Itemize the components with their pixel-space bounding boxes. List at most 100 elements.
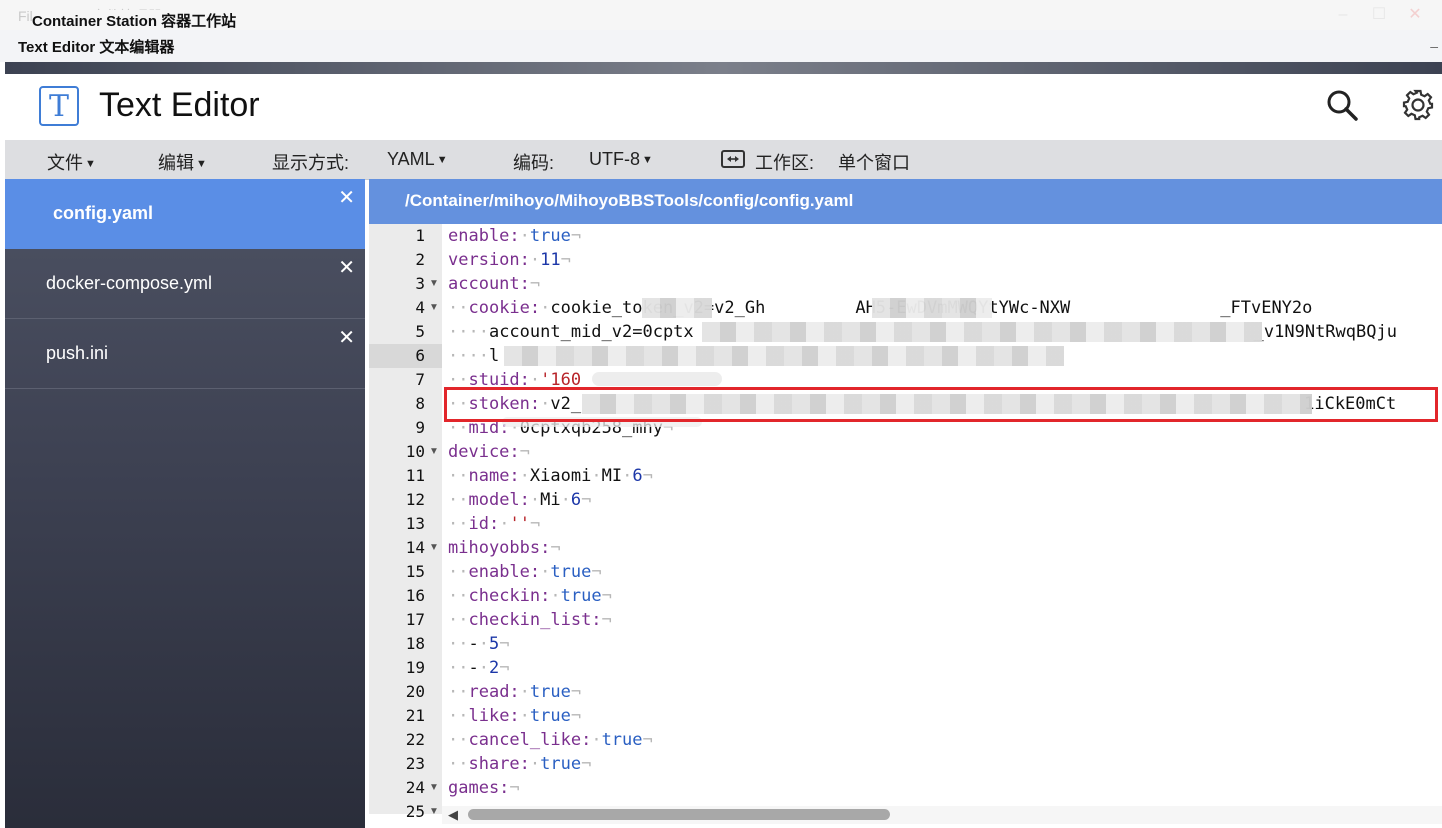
code-line: device:¬: [448, 442, 530, 462]
line-number: 5: [415, 322, 425, 341]
code-line: ··share:·true¬: [448, 754, 592, 774]
tab-docker-compose[interactable]: docker-compose.yml ✕: [5, 249, 365, 319]
close-icon[interactable]: ✕: [1404, 6, 1426, 24]
account-end: _v1N9NtRwqBQju: [1253, 322, 1397, 342]
redaction-mosaic: [702, 322, 1262, 342]
horizontal-scrollbar[interactable]: ◀: [442, 806, 1442, 824]
line-number: 7: [415, 370, 425, 389]
menu-edit[interactable]: 编辑 ▼: [158, 149, 207, 175]
fold-arrow-icon[interactable]: ▼: [429, 800, 439, 824]
code-line: ··like:·true¬: [448, 706, 582, 726]
line-number: 6: [415, 346, 425, 365]
code-line: ··-·2¬: [448, 658, 510, 678]
close-icon[interactable]: ✕: [338, 255, 355, 280]
workspace-value[interactable]: 单个窗口: [838, 149, 910, 175]
line-number: 4: [415, 298, 425, 317]
line-number: 12: [405, 490, 425, 509]
menu-file-label: 文件: [47, 153, 83, 173]
code-line: ··name:·Xiaomi·MI·6¬: [448, 466, 653, 486]
tab-config-yaml[interactable]: config.yaml ✕: [5, 179, 365, 249]
redaction-mosaic: [872, 298, 992, 318]
menu-edit-label: 编辑: [158, 153, 194, 173]
outer-window-titlebar: File Station 文件管理器 Container Station 容器工…: [0, 0, 1442, 31]
line-number-gutter: 1 2 3 4 5 6 7 8 9 10 11 12 13 14 15 16 1…: [369, 224, 442, 821]
code-line: ··-·5¬: [448, 634, 510, 654]
encoding-label: 编码:: [513, 153, 555, 173]
line-number: 22: [405, 730, 425, 749]
scrollbar-thumb[interactable]: [468, 809, 890, 820]
line-number: 3: [415, 274, 425, 293]
code-line: ··enable:·true¬: [448, 562, 602, 582]
tab-label: push.ini: [46, 343, 109, 363]
inner-window-titlebar: Text Editor 文本编辑器 –: [0, 30, 1442, 62]
maximize-icon[interactable]: ☐: [1368, 6, 1390, 24]
line-number: 17: [405, 610, 425, 629]
chevron-down-icon: ▼: [436, 154, 448, 166]
account-mid: account_mid_v2=0cptx: [488, 322, 694, 342]
menu-bar: 文件 ▼ 编辑 ▼ 显示方式: YAML ▼ 编码: UTF-8 ▼ 工作区: 单个窗口: [5, 140, 1442, 180]
scroll-left-icon[interactable]: ◀: [448, 807, 458, 823]
line-number: 21: [405, 706, 425, 725]
cookie-end: _FTvENY2o: [1220, 298, 1313, 318]
code-line: enable:·true¬: [448, 226, 582, 246]
fold-arrow-icon[interactable]: ▼: [429, 440, 439, 464]
chevron-down-icon: ▼: [642, 154, 653, 166]
app-title: Text Editor: [99, 86, 260, 124]
menu-file[interactable]: 文件 ▼: [47, 149, 96, 175]
search-icon[interactable]: [1325, 88, 1359, 127]
redaction-stroke: [592, 372, 722, 386]
tab-label: docker-compose.yml: [46, 273, 213, 293]
fold-arrow-icon[interactable]: ▼: [429, 536, 439, 560]
file-path-bar: /Container/mihoyo/MihoyoBBSTools/config/…: [369, 179, 1442, 224]
code-line: mihoyobbs:¬: [448, 538, 561, 558]
fold-arrow-icon[interactable]: ▼: [429, 776, 439, 800]
fold-arrow-icon[interactable]: ▼: [429, 296, 439, 320]
line-number: 13: [405, 514, 425, 533]
inner-minimize-icon[interactable]: –: [1430, 38, 1438, 54]
line6-text: l: [488, 346, 500, 366]
line-number: 18: [405, 634, 425, 653]
tab-label: config.yaml: [53, 203, 154, 223]
code-line: account:¬: [448, 274, 541, 294]
redaction-mosaic: [504, 346, 1064, 366]
line-number: 9: [415, 418, 425, 437]
gear-icon[interactable]: [1401, 88, 1435, 127]
line-number: 19: [405, 658, 425, 677]
window-controls: – ☐ ✕: [1332, 6, 1426, 24]
display-mode-value: YAML: [387, 149, 435, 169]
code-line: ··checkin:·true¬: [448, 586, 612, 606]
close-icon[interactable]: ✕: [338, 325, 355, 350]
display-mode-label: 显示方式:: [272, 153, 350, 173]
code-line: ··model:·Mi·6¬: [448, 490, 592, 510]
code-line: ··id:·''¬: [448, 514, 541, 534]
workspace-label: 工作区:: [755, 153, 815, 173]
workspace-icon[interactable]: [721, 149, 745, 174]
text-editor-logo-icon: T: [39, 86, 79, 126]
redaction-mosaic: [642, 298, 712, 318]
line-number: 1: [415, 226, 425, 245]
line-number: 15: [405, 562, 425, 581]
tab-push-ini[interactable]: push.ini ✕: [5, 319, 365, 389]
code-line: ··checkin_list:¬: [448, 610, 612, 630]
line-number: 20: [405, 682, 425, 701]
line-number: 10: [405, 442, 425, 461]
app-header: T Text Editor: [5, 74, 1442, 141]
minimize-icon[interactable]: –: [1332, 6, 1354, 24]
header-strip: [5, 62, 1442, 74]
stoken-highlight-box: [444, 387, 1438, 422]
display-mode-select[interactable]: YAML ▼: [387, 149, 448, 170]
line-number: 16: [405, 586, 425, 605]
close-icon[interactable]: ✕: [338, 185, 355, 210]
fold-arrow-icon[interactable]: ▼: [429, 272, 439, 296]
encoding-select[interactable]: UTF-8 ▼: [589, 149, 653, 170]
file-tabs-sidebar: config.yaml ✕ docker-compose.yml ✕ push.…: [5, 179, 365, 828]
line-number: 2: [415, 250, 425, 269]
code-editor[interactable]: enable:·true¬ version:·11¬ account:¬ ··c…: [442, 224, 1442, 814]
encoding-value: UTF-8: [589, 149, 640, 169]
window-title: Container Station 容器工作站: [32, 10, 241, 31]
code-line: ··cancel_like:·true¬: [448, 730, 653, 750]
line-number: 23: [405, 754, 425, 773]
chevron-down-icon: ▼: [85, 158, 96, 170]
code-line: ····l: [448, 346, 500, 366]
file-path: /Container/mihoyo/MihoyoBBSTools/config/…: [405, 191, 854, 210]
